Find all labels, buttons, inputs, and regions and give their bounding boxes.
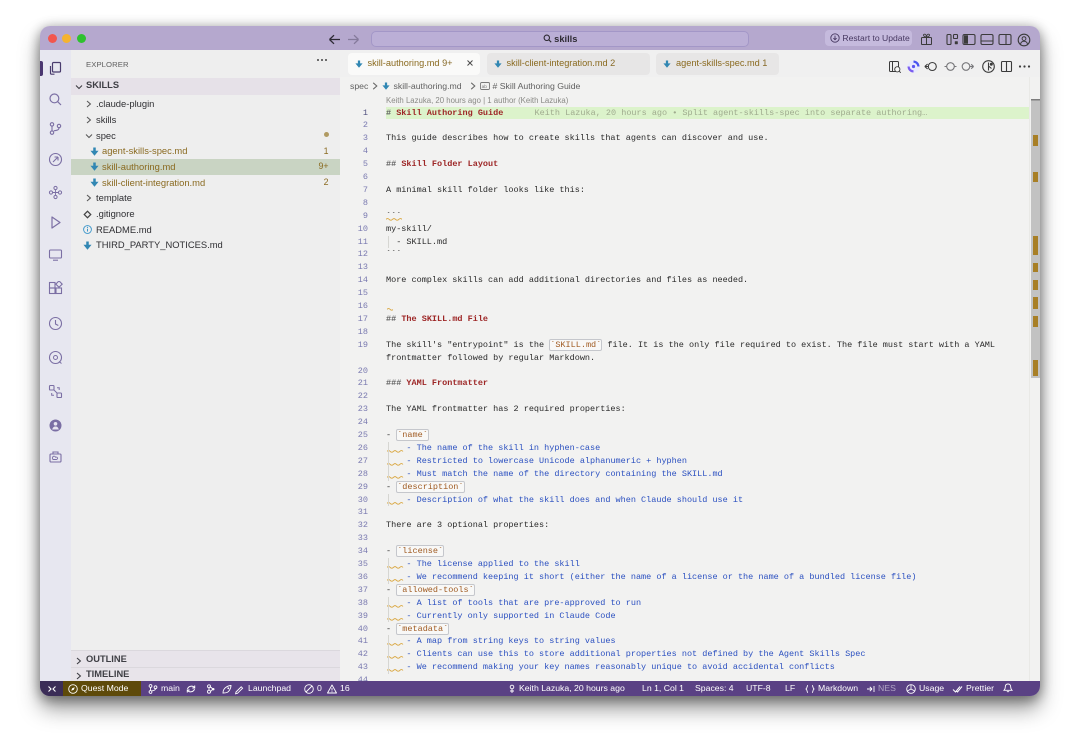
svg-text:ab: ab — [481, 84, 487, 90]
